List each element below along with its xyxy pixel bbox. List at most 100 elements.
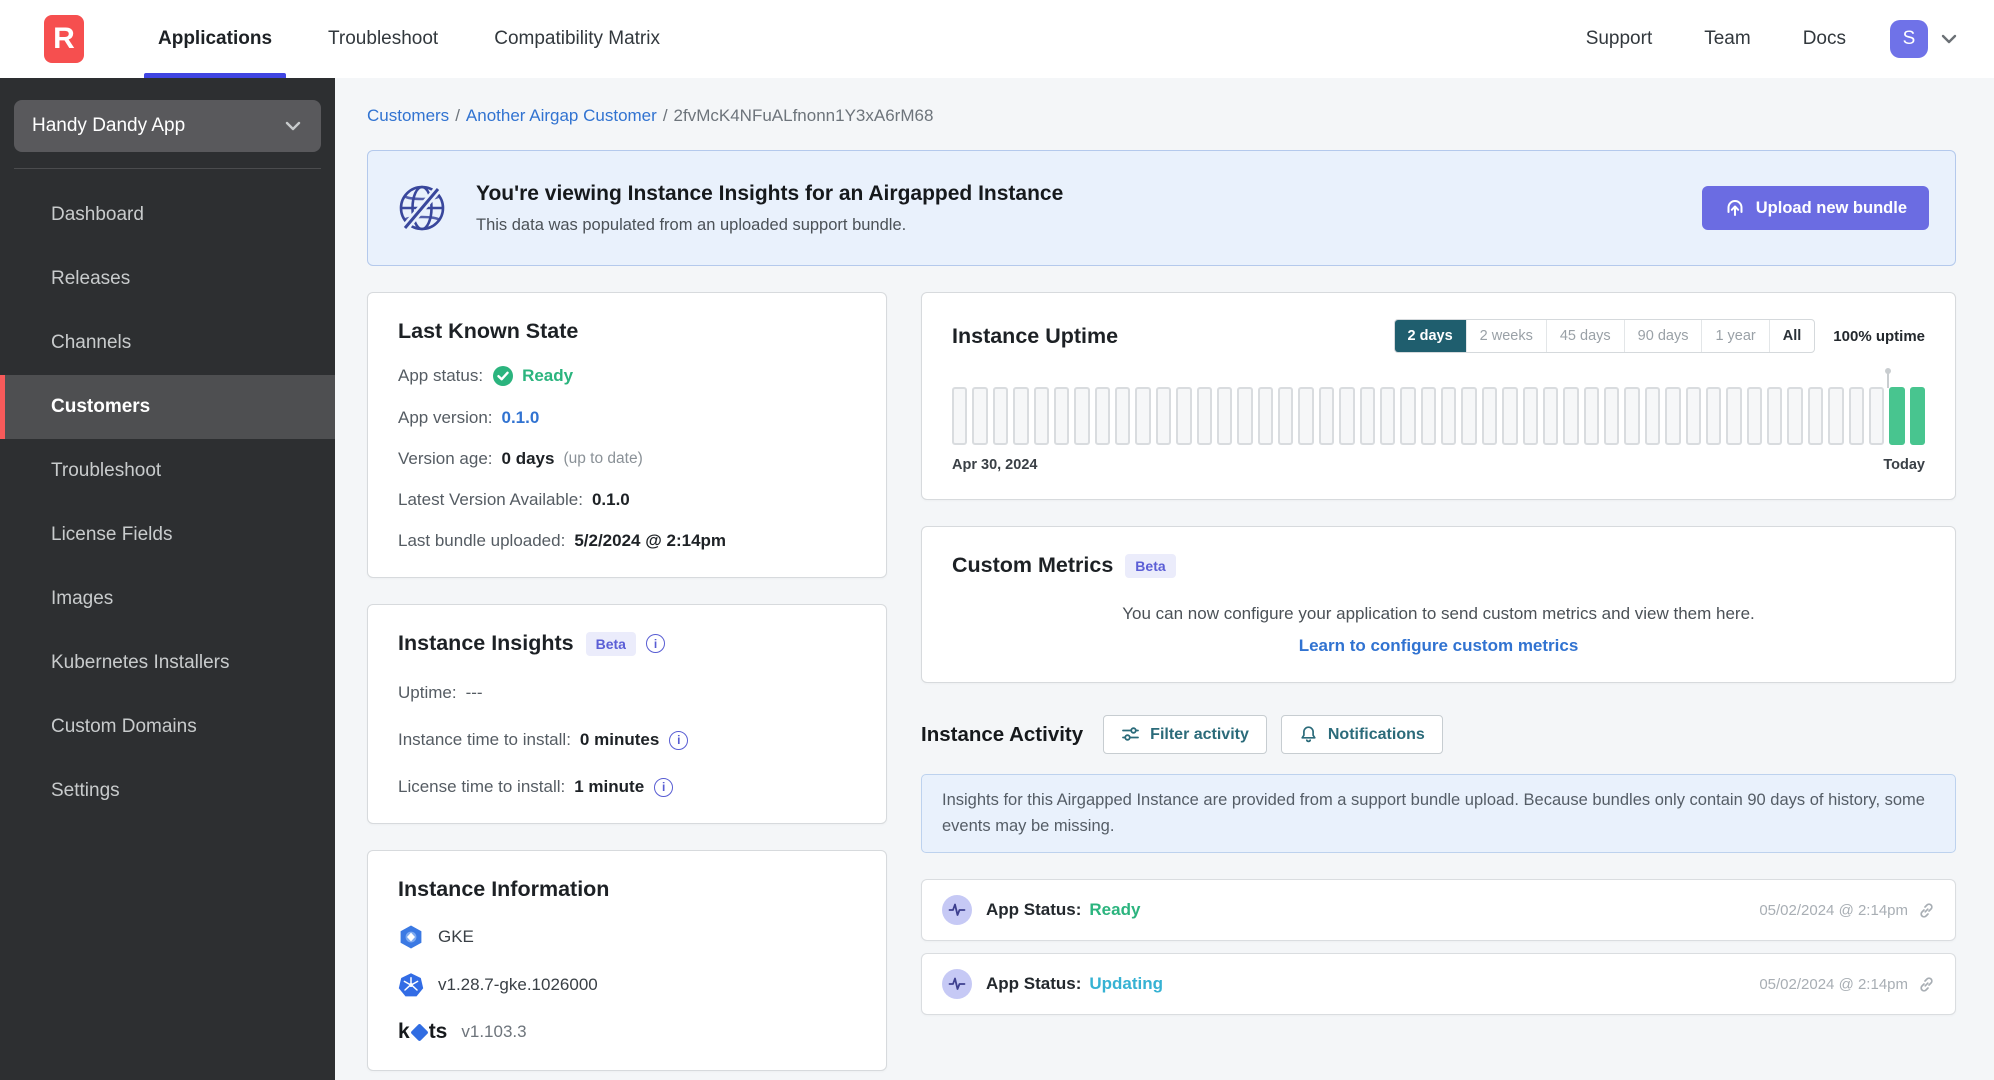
uptime-bar[interactable] (1441, 387, 1457, 445)
replicated-logo[interactable]: R (44, 15, 84, 63)
uptime-bar[interactable] (1522, 387, 1538, 445)
sidebar-item-kubernetes-installers[interactable]: Kubernetes Installers (0, 631, 335, 695)
uptime-bar[interactable] (1665, 387, 1681, 445)
uptime-bar[interactable] (1624, 387, 1640, 445)
avatar[interactable]: S (1890, 20, 1928, 58)
uptime-bar[interactable] (1828, 387, 1844, 445)
uptime-range-45-days[interactable]: 45 days (1545, 320, 1624, 352)
uptime-bar[interactable] (1298, 387, 1314, 445)
app-selector-dropdown[interactable]: Handy Dandy App (14, 100, 321, 152)
uptime-bar[interactable] (1013, 387, 1029, 445)
uptime-bar[interactable] (1807, 387, 1824, 445)
sidebar-item-customers[interactable]: Customers (0, 375, 335, 439)
field-value-link[interactable]: 0.1.0 (502, 408, 540, 428)
uptime-bar[interactable] (952, 387, 968, 445)
uptime-bar[interactable] (1767, 387, 1783, 445)
info-icon[interactable]: i (669, 730, 689, 750)
instance-activity-title: Instance Activity (921, 722, 1084, 746)
notifications-button[interactable]: Notifications (1280, 715, 1443, 754)
uptime-bar[interactable] (1787, 387, 1803, 445)
uptime-bar[interactable] (1257, 387, 1273, 445)
uptime-bar[interactable] (1563, 387, 1579, 445)
topnav-item-troubleshoot[interactable]: Troubleshoot (300, 0, 466, 78)
uptime-bar[interactable] (1726, 387, 1742, 445)
uptime-bar[interactable] (1705, 387, 1722, 445)
uptime-bar[interactable] (1583, 387, 1599, 445)
uptime-bar[interactable] (1115, 387, 1131, 445)
sidebar-item-images[interactable]: Images (0, 567, 335, 631)
uptime-bar[interactable] (1379, 387, 1396, 445)
uptime-range-90-days[interactable]: 90 days (1623, 320, 1702, 352)
last-known-state-row: App version: 0.1.0 (398, 408, 856, 428)
uptime-bar[interactable] (1889, 387, 1905, 445)
link-icon[interactable] (1918, 902, 1935, 919)
field-label: Last bundle uploaded: (398, 531, 566, 550)
uptime-range-1-year[interactable]: 1 year (1701, 320, 1768, 352)
sidebar-item-license-fields[interactable]: License Fields (0, 503, 335, 567)
info-icon[interactable]: i (645, 634, 665, 653)
instance-info-value: GKE (438, 927, 474, 946)
uptime-bar[interactable] (1196, 387, 1212, 445)
link-icon[interactable] (1918, 976, 1935, 993)
uptime-range-2-days[interactable]: 2 days (1394, 320, 1466, 352)
topnav-item-docs[interactable]: Docs (1777, 28, 1872, 50)
chevron-down-icon[interactable] (1938, 28, 1960, 50)
uptime-bar[interactable] (1502, 387, 1518, 445)
uptime-bar[interactable] (1604, 387, 1620, 445)
uptime-bar[interactable] (1074, 387, 1090, 445)
last-known-state-card: Last Known State App status: Ready App ver… (367, 292, 887, 578)
uptime-bar[interactable] (1461, 387, 1477, 445)
uptime-bar[interactable] (1909, 387, 1925, 445)
uptime-bar[interactable] (1746, 387, 1762, 445)
sidebar-item-releases[interactable]: Releases (0, 247, 335, 311)
activity-event-row: App Status: Updating 05/02/2024 @ 2:14pm (921, 953, 1956, 1016)
uptime-bar[interactable] (1685, 387, 1701, 445)
info-icon[interactable]: i (654, 777, 674, 797)
main-content: Customers / Another Airgap Customer / 2fvMcK… (335, 78, 1994, 1080)
topnav-item-applications[interactable]: Applications (130, 0, 300, 78)
uptime-bar[interactable] (1237, 387, 1253, 445)
field-label: Instance time to install: (398, 730, 571, 749)
topnav-item-support[interactable]: Support (1560, 28, 1679, 50)
uptime-bar[interactable] (1848, 387, 1864, 445)
banner-subtitle: This data was populated from an uploaded… (476, 215, 907, 234)
sidebar-item-dashboard[interactable]: Dashboard (0, 183, 335, 247)
sidebar-item-settings[interactable]: Settings (0, 759, 335, 823)
uptime-bar[interactable] (1339, 387, 1355, 445)
uptime-bar[interactable] (992, 387, 1009, 445)
field-suffix: (up to date) (563, 450, 643, 467)
uptime-bar[interactable] (1176, 387, 1192, 445)
breadcrumb-item[interactable]: Another Airgap Customer (466, 106, 657, 125)
uptime-bar[interactable] (1135, 387, 1151, 445)
upload-new-bundle-button[interactable]: Upload new bundle (1701, 186, 1929, 230)
filter-activity-button[interactable]: Filter activity (1103, 715, 1267, 754)
breadcrumb-separator: / (662, 106, 668, 125)
uptime-bar[interactable] (1094, 387, 1110, 445)
uptime-bar[interactable] (1359, 387, 1375, 445)
uptime-bar[interactable] (1644, 387, 1661, 445)
sidebar-item-custom-domains[interactable]: Custom Domains (0, 695, 335, 759)
uptime-bar[interactable] (1868, 387, 1885, 445)
sidebar-item-channels[interactable]: Channels (0, 311, 335, 375)
uptime-bar[interactable] (1155, 387, 1172, 445)
uptime-range-all[interactable]: All (1768, 320, 1815, 352)
configure-custom-metrics-link[interactable]: Learn to configure custom metrics (952, 636, 1925, 656)
uptime-bar[interactable] (1481, 387, 1498, 445)
uptime-bar[interactable] (1542, 387, 1559, 445)
uptime-bar[interactable] (1318, 387, 1335, 445)
uptime-bar[interactable] (972, 387, 988, 445)
chevron-down-icon (283, 116, 303, 136)
uptime-bar[interactable] (1033, 387, 1049, 445)
uptime-bar[interactable] (1216, 387, 1233, 445)
uptime-bar[interactable] (1278, 387, 1294, 445)
topnav-item-compatibility-matrix[interactable]: Compatibility Matrix (466, 0, 688, 78)
breadcrumb-item[interactable]: Customers (367, 106, 449, 125)
uptime-bar[interactable] (1053, 387, 1070, 445)
sidebar-item-troubleshoot[interactable]: Troubleshoot (0, 439, 335, 503)
bell-icon (1299, 725, 1318, 744)
uptime-range-2-weeks[interactable]: 2 weeks (1465, 320, 1546, 352)
uptime-bar[interactable] (1420, 387, 1436, 445)
topnav-item-team[interactable]: Team (1678, 28, 1776, 50)
uptime-bar[interactable] (1400, 387, 1416, 445)
field-value: 0.1.0 (591, 490, 630, 509)
